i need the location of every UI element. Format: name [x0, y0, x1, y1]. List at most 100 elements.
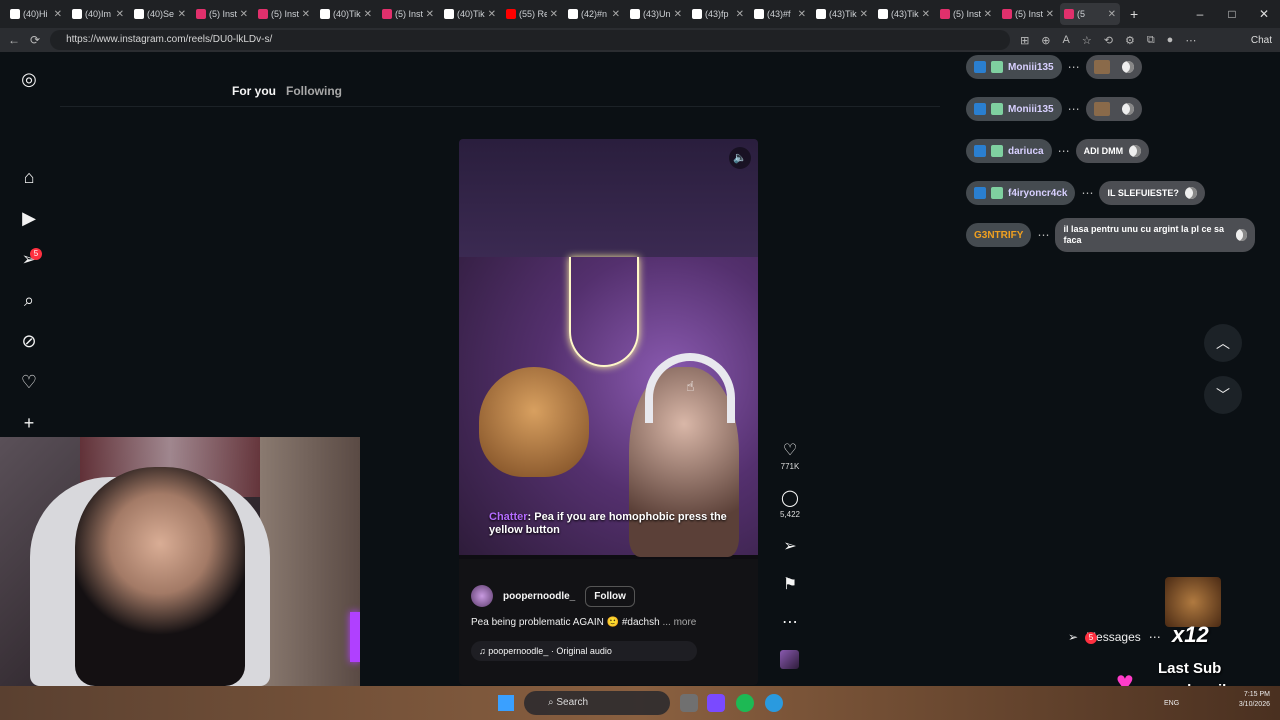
- browser-tab[interactable]: (5) Inst ✕: [936, 3, 996, 25]
- browser-tab[interactable]: (43)Tik ✕: [874, 3, 934, 25]
- tab-for-you[interactable]: For you: [232, 84, 276, 98]
- comment-action[interactable]: ◯ 5,422: [778, 488, 802, 519]
- browser-tab[interactable]: (43)#f ✕: [750, 3, 810, 25]
- close-tab-icon[interactable]: ✕: [736, 9, 744, 20]
- browser-tab[interactable]: (5 ✕: [1060, 3, 1120, 25]
- maximize-button[interactable]: □: [1216, 0, 1248, 28]
- close-tab-icon[interactable]: ✕: [488, 9, 496, 20]
- chat-username: G3NTRIFY: [974, 229, 1024, 241]
- messages-more-icon[interactable]: ⋯: [1149, 630, 1161, 644]
- browser-tab[interactable]: (40)Tik ✕: [440, 3, 500, 25]
- instagram-logo-icon[interactable]: ◎: [18, 68, 40, 90]
- tab-favicon-icon: [506, 9, 516, 19]
- notifications-heart-icon[interactable]: ♡: [18, 371, 40, 393]
- close-tab-icon[interactable]: ✕: [426, 9, 434, 20]
- home-icon[interactable]: ⌂: [18, 166, 40, 188]
- next-reel-button[interactable]: ﹀: [1204, 376, 1242, 414]
- moon-icon: [1184, 187, 1197, 199]
- browser-tab[interactable]: (40)Im ✕: [68, 3, 128, 25]
- chat-message-text: il lasa pentru unu cu argint la pl ce sa…: [1063, 224, 1224, 245]
- search-icon[interactable]: ⌕: [18, 289, 40, 311]
- edge-icon[interactable]: [765, 694, 783, 712]
- copilot-chat-button[interactable]: Chat: [1251, 35, 1272, 46]
- apps-icon[interactable]: ⊞: [1020, 34, 1029, 47]
- close-tab-icon[interactable]: ✕: [922, 9, 930, 20]
- messages-button[interactable]: ➢ Messages ⋯: [1068, 630, 1161, 644]
- profile-avatar[interactable]: ●: [1167, 34, 1174, 47]
- close-window-button[interactable]: ✕: [1248, 0, 1280, 28]
- browser-tab[interactable]: (40)Se ✕: [130, 3, 190, 25]
- share-action[interactable]: ➢: [778, 536, 802, 556]
- subscriber-badge-icon: [974, 61, 986, 73]
- menu-dots-icon[interactable]: ⋯: [1185, 34, 1196, 47]
- close-tab-icon[interactable]: ✕: [550, 9, 558, 20]
- browser-tab[interactable]: (40)Hi ✕: [6, 3, 66, 25]
- close-tab-icon[interactable]: ✕: [612, 9, 620, 20]
- close-tab-icon[interactable]: ✕: [674, 9, 682, 20]
- close-tab-icon[interactable]: ✕: [302, 9, 310, 20]
- more-link[interactable]: ... more: [662, 617, 696, 628]
- close-tab-icon[interactable]: ✕: [1046, 9, 1054, 20]
- close-tab-icon[interactable]: ✕: [116, 9, 124, 20]
- save-action[interactable]: ⚑: [778, 574, 802, 594]
- browser-tab[interactable]: (5) Inst ✕: [192, 3, 252, 25]
- more-options-action[interactable]: ⋯: [778, 612, 802, 632]
- tab-title: (5) Inst: [209, 9, 237, 19]
- zoom-icon[interactable]: ⊕: [1041, 34, 1050, 47]
- close-tab-icon[interactable]: ✕: [364, 9, 372, 20]
- tab-following[interactable]: Following: [286, 84, 342, 98]
- file-explorer-icon[interactable]: [680, 694, 698, 712]
- close-tab-icon[interactable]: ✕: [1108, 9, 1116, 20]
- browser-tab[interactable]: (5) Inst ✕: [254, 3, 314, 25]
- browser-tab[interactable]: (43)Un ✕: [626, 3, 686, 25]
- close-tab-icon[interactable]: ✕: [240, 9, 248, 20]
- reels-icon[interactable]: ▶: [18, 207, 40, 229]
- comment-icon[interactable]: ◯: [778, 488, 802, 508]
- minimize-button[interactable]: –: [1184, 0, 1216, 28]
- explore-icon[interactable]: ⊘: [18, 330, 40, 352]
- spotify-icon[interactable]: [736, 694, 754, 712]
- browser-tab[interactable]: (5) Inst ✕: [378, 3, 438, 25]
- heart-icon[interactable]: ♡: [778, 440, 802, 460]
- volume-icon[interactable]: 🔈: [729, 147, 751, 169]
- extension-icon[interactable]: ⚙: [1125, 34, 1135, 47]
- browser-tab[interactable]: (43)Tik ✕: [812, 3, 872, 25]
- url-field[interactable]: https://www.instagram.com/reels/DU0-lkLD…: [50, 30, 1011, 50]
- close-tab-icon[interactable]: ✕: [860, 9, 868, 20]
- system-clock[interactable]: 7:15 PM 3/10/2026: [1239, 690, 1270, 710]
- more-dots-icon[interactable]: ⋯: [778, 612, 802, 632]
- close-tab-icon[interactable]: ✕: [798, 9, 806, 20]
- like-action[interactable]: ♡ 771K: [778, 440, 802, 471]
- chat-dots-icon: ⋯: [1081, 186, 1094, 200]
- close-tab-icon[interactable]: ✕: [54, 9, 62, 20]
- reload-icon[interactable]: ⟳: [30, 33, 40, 47]
- discord-icon[interactable]: [707, 694, 725, 712]
- browser-tab[interactable]: (5) Inst ✕: [998, 3, 1058, 25]
- browser-tab[interactable]: (42)#n ✕: [564, 3, 624, 25]
- favorite-star-icon[interactable]: ☆: [1082, 34, 1092, 47]
- close-tab-icon[interactable]: ✕: [984, 9, 992, 20]
- previous-reel-button[interactable]: ︿: [1204, 324, 1242, 362]
- share-icon[interactable]: ➢: [778, 536, 802, 556]
- close-tab-icon[interactable]: ✕: [178, 9, 186, 20]
- chat-dots-icon: ⋯: [1067, 60, 1080, 74]
- avatar[interactable]: [471, 585, 493, 607]
- audio-attribution[interactable]: ♫ poopernoodle_ · Original audio: [471, 641, 697, 661]
- follow-button[interactable]: Follow: [585, 585, 635, 607]
- username[interactable]: poopernoodle_: [503, 591, 575, 602]
- windows-start-icon[interactable]: [498, 695, 514, 711]
- taskbar-search[interactable]: ⌕ Search: [524, 691, 670, 715]
- refresh-extension-icon[interactable]: ⟲: [1104, 34, 1113, 47]
- language-indicator[interactable]: ENG: [1164, 700, 1179, 707]
- reel-video[interactable]: Chatter: Pea if you are homophobic press…: [459, 139, 758, 685]
- browser-tab[interactable]: (55) Re ✕: [502, 3, 562, 25]
- create-icon[interactable]: +: [18, 412, 40, 434]
- browser-tab[interactable]: (40)Tik ✕: [316, 3, 376, 25]
- read-aloud-icon[interactable]: A: [1063, 34, 1070, 47]
- back-icon[interactable]: ←: [8, 33, 20, 47]
- collections-icon[interactable]: ⧉: [1147, 34, 1155, 47]
- browser-tab[interactable]: (43)fp ✕: [688, 3, 748, 25]
- bookmark-icon[interactable]: ⚑: [778, 574, 802, 594]
- new-tab-button[interactable]: +: [1130, 6, 1138, 22]
- audio-thumbnail[interactable]: [780, 650, 799, 669]
